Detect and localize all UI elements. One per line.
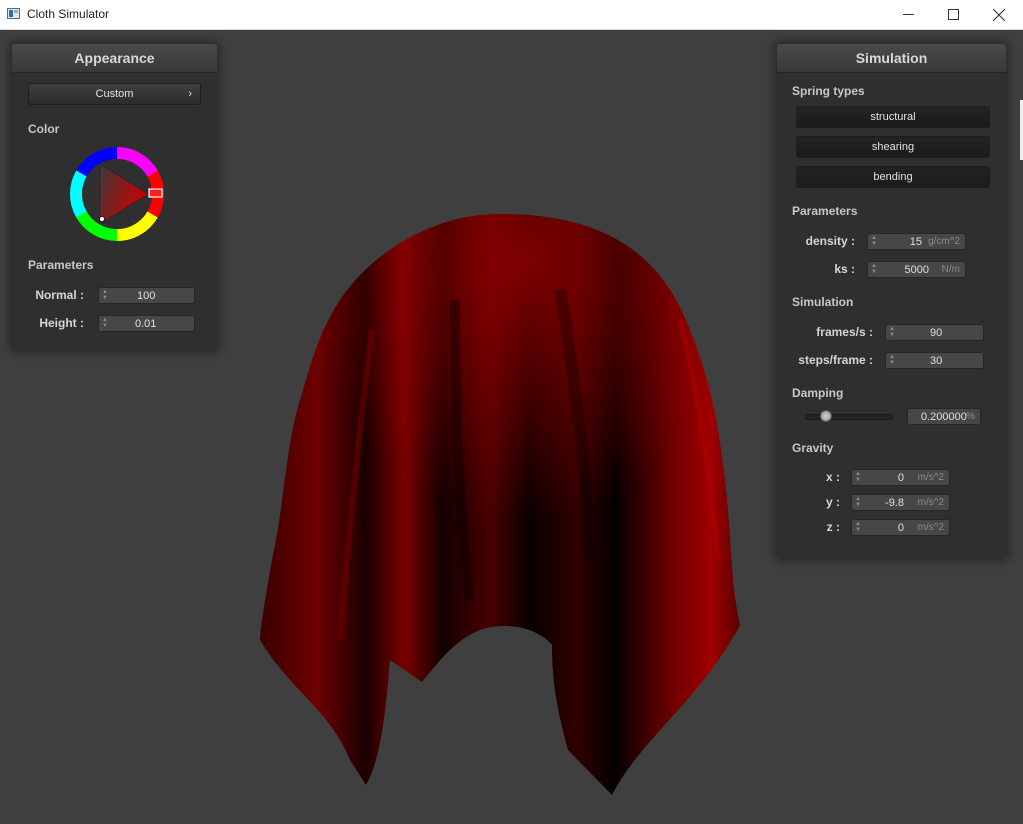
gravity-z-value: 0: [897, 522, 904, 534]
gravity-x-label: x :: [825, 470, 840, 484]
sim-parameters-label: Parameters: [792, 204, 858, 218]
gravity-y-input[interactable]: ▲ ▼ -9.8 m/s^2: [851, 494, 950, 511]
close-button[interactable]: [976, 0, 1022, 29]
normal-input[interactable]: ▲ ▼ 100: [98, 287, 195, 304]
ks-value: 5000: [904, 264, 929, 276]
shader-select-label: Custom: [95, 88, 134, 100]
maximize-icon: [947, 9, 959, 20]
spinner-icon[interactable]: ▲ ▼: [855, 521, 861, 534]
chevron-right-icon: ›: [188, 88, 192, 100]
spinner-icon[interactable]: ▲ ▼: [855, 496, 861, 509]
gravity-y-value: -9.8: [885, 497, 904, 509]
damping-slider[interactable]: [805, 410, 893, 422]
title-bar: Cloth Simulator: [0, 0, 1023, 30]
gravity-z-unit: m/s^2: [917, 522, 944, 533]
steps-value: 30: [930, 355, 943, 367]
gravity-x-unit: m/s^2: [917, 472, 944, 483]
app-icon: [7, 8, 20, 19]
spinner-icon[interactable]: ▲ ▼: [889, 354, 895, 367]
spinner-icon[interactable]: ▲ ▼: [855, 471, 861, 484]
spinner-icon[interactable]: ▲ ▼: [102, 289, 108, 302]
spinner-icon[interactable]: ▲ ▼: [102, 317, 108, 330]
bending-label: bending: [873, 171, 913, 183]
damping-unit: %: [966, 411, 975, 422]
fps-label: frames/s :: [816, 325, 873, 339]
damping-value: 0.200000: [921, 411, 967, 423]
spring-types-label: Spring types: [792, 84, 865, 98]
simulation-section-label: Simulation: [792, 295, 854, 309]
density-label: density :: [805, 234, 855, 248]
minimize-icon: [902, 14, 914, 15]
normal-value: 100: [137, 290, 156, 302]
height-input[interactable]: ▲ ▼ 0.01: [98, 315, 195, 332]
maximize-button[interactable]: [930, 0, 976, 29]
structural-toggle-button[interactable]: structural: [796, 106, 990, 128]
damping-slider-track: [805, 414, 893, 420]
gravity-label: Gravity: [792, 441, 834, 455]
minimize-button[interactable]: [885, 0, 931, 29]
gravity-z-input[interactable]: ▲ ▼ 0 m/s^2: [851, 519, 950, 536]
appearance-parameters-label: Parameters: [28, 258, 94, 272]
shearing-toggle-button[interactable]: shearing: [796, 136, 990, 158]
appearance-panel-title[interactable]: Appearance: [12, 44, 217, 73]
steps-label: steps/frame :: [798, 353, 873, 367]
gravity-z-label: z :: [826, 520, 840, 534]
steps-input[interactable]: ▲ ▼ 30: [885, 352, 984, 369]
density-value: 15: [909, 236, 922, 248]
color-section-label: Color: [28, 122, 60, 136]
shearing-label: shearing: [871, 141, 915, 153]
spinner-icon[interactable]: ▲ ▼: [871, 235, 877, 248]
close-icon: [993, 8, 1005, 21]
fps-input[interactable]: ▲ ▼ 90: [885, 324, 984, 341]
ks-label: ks :: [834, 262, 855, 276]
spinner-icon[interactable]: ▲ ▼: [871, 263, 877, 276]
bending-toggle-button[interactable]: bending: [796, 166, 990, 188]
structural-label: structural: [870, 111, 916, 123]
fps-value: 90: [930, 327, 943, 339]
color-wheel-icon: [70, 147, 165, 241]
appearance-panel: Appearance Custom › Color Parameters Nor…: [12, 44, 217, 350]
ks-input[interactable]: ▲ ▼ 5000 N/m: [867, 261, 966, 278]
ks-unit: N/m: [941, 264, 960, 275]
gravity-y-unit: m/s^2: [917, 497, 944, 508]
density-unit: g/cm^2: [928, 236, 960, 247]
gravity-x-value: 0: [897, 472, 904, 484]
density-input[interactable]: ▲ ▼ 15 g/cm^2: [867, 233, 966, 250]
shader-select-button[interactable]: Custom ›: [28, 83, 201, 105]
height-value: 0.01: [135, 318, 157, 330]
color-wheel[interactable]: [70, 147, 165, 241]
damping-label: Damping: [792, 386, 844, 400]
damping-input[interactable]: 0.200000 %: [907, 408, 981, 425]
spinner-icon[interactable]: ▲ ▼: [889, 326, 895, 339]
simulation-panel: Simulation Spring types structural shear…: [777, 44, 1006, 558]
damping-slider-knob[interactable]: [820, 410, 832, 422]
gravity-y-label: y :: [825, 495, 840, 509]
height-label: Height :: [39, 316, 84, 330]
gravity-x-input[interactable]: ▲ ▼ 0 m/s^2: [851, 469, 950, 486]
normal-label: Normal :: [35, 288, 84, 302]
window-title: Cloth Simulator: [27, 7, 110, 21]
simulation-panel-title[interactable]: Simulation: [777, 44, 1006, 73]
